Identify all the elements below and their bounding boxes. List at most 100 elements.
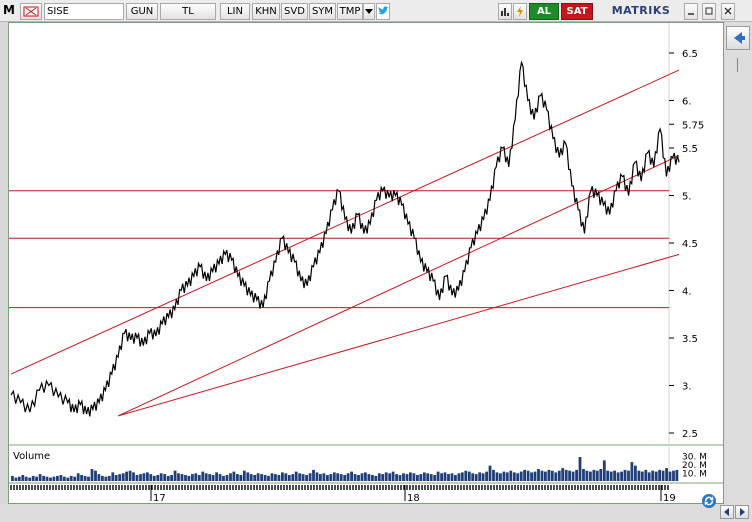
volume-bar (11, 475, 14, 481)
volume-bar (488, 465, 492, 481)
refresh-icon[interactable] (700, 492, 718, 510)
symbol-input[interactable]: SISE (44, 3, 124, 20)
sell-button[interactable]: SAT (561, 3, 593, 20)
volume-bar (159, 473, 163, 481)
y-tick-label: 4. (682, 287, 692, 298)
chart-settings-icon[interactable] (498, 3, 512, 20)
maximize-icon[interactable] (702, 3, 716, 20)
volume-bar (595, 470, 599, 481)
volume-bar (114, 475, 118, 481)
volume-bar (395, 474, 398, 481)
volume-bar (35, 476, 38, 481)
volume-bar (197, 475, 201, 481)
volume-label: Volume (13, 451, 50, 462)
volume-bar (405, 474, 409, 481)
volume-bar (374, 475, 378, 481)
scroll-left-icon[interactable] (720, 505, 734, 519)
volume-bar (38, 474, 42, 481)
volume-bar (66, 477, 70, 481)
currency-button[interactable]: TL (160, 3, 216, 20)
toolbar: M SISE GUN TL LIN KHN SVD SYM TMP AL SAT… (0, 0, 752, 22)
volume-bar (457, 473, 461, 481)
trendline-2 (117, 253, 680, 417)
volume-bar (267, 475, 270, 481)
period-button[interactable]: GUN (126, 3, 158, 20)
volume-bar (118, 474, 122, 481)
volume-bar (329, 474, 333, 481)
volume-bar (509, 470, 513, 481)
volume-bar (315, 472, 319, 481)
volume-bar (367, 474, 371, 481)
volume-bar (519, 471, 523, 481)
back-arrow-icon[interactable] (726, 26, 750, 50)
close-icon[interactable] (721, 3, 735, 20)
chart-area[interactable]: 6.5 6. 5.75 5.5 5. 4.5 4. 3.5 3. 2.5 Volume 30. M 20… (8, 22, 724, 504)
volume-bar (90, 469, 94, 481)
volume-bar (80, 475, 83, 481)
volume-bar (637, 470, 641, 481)
scroll-right-icon[interactable] (735, 505, 749, 519)
scale-button[interactable]: LIN (220, 3, 250, 20)
khn-button[interactable]: KHN (252, 3, 280, 20)
volume-bar (575, 469, 578, 481)
sym-button[interactable]: SYM (309, 3, 336, 20)
volume-bar (111, 472, 115, 481)
volume-bar (28, 477, 32, 481)
volume-bar (76, 473, 80, 481)
volume-bar (412, 473, 416, 481)
x-tick-label: 17 (153, 493, 166, 504)
volume-bar (665, 468, 668, 481)
volume-bar (613, 470, 616, 481)
twitter-icon[interactable] (376, 3, 390, 20)
volume-bar (21, 475, 25, 481)
x-tick-label: 19 (663, 493, 676, 504)
delete-icon[interactable] (20, 3, 42, 20)
volume-bar (481, 473, 485, 481)
svd-button[interactable]: SVD (281, 3, 308, 20)
volume-bar (142, 473, 146, 481)
volume-bar (218, 474, 222, 481)
volume-bar (450, 473, 454, 481)
volume-bar (177, 473, 180, 481)
volume-bar (381, 474, 385, 481)
volume-bar (651, 470, 655, 481)
tmp-button[interactable]: TMP (337, 3, 363, 20)
buy-button[interactable]: AL (529, 3, 559, 20)
volume-bar (554, 472, 558, 481)
y-tick-label: 4.5 (682, 239, 698, 250)
volume-bar (499, 473, 502, 481)
volume-bar (391, 471, 395, 481)
volume-bar (360, 473, 364, 481)
volume-bar (668, 471, 672, 481)
lightning-icon[interactable] (513, 3, 527, 20)
volume-bar (398, 475, 402, 481)
volume-bar (409, 472, 412, 481)
trendline-0 (10, 69, 680, 375)
volume-bar (42, 475, 45, 481)
volume-bar (260, 474, 263, 481)
volume-bar (281, 472, 284, 481)
volume-bar (125, 471, 128, 481)
volume-bar (229, 473, 232, 481)
volume-bar (571, 471, 575, 481)
volume-bar (253, 475, 257, 481)
volume-bar (474, 474, 478, 481)
volume-bar (298, 473, 302, 481)
volume-bar (416, 475, 419, 481)
volume-bar (454, 475, 457, 481)
volume-bar (222, 475, 225, 481)
volume-bar (447, 474, 450, 481)
volume-bar (464, 470, 468, 481)
price-chart[interactable]: 6.56.5.755.55.4.54.3.53.2.5Volume 30. M20… (9, 23, 724, 504)
minimize-icon[interactable] (684, 3, 698, 20)
y-tick-label: 3.5 (682, 334, 698, 345)
scroll-bar[interactable] (0, 494, 752, 522)
volume-bar (436, 471, 440, 481)
volume-bar (478, 472, 482, 481)
volume-bar (215, 472, 218, 481)
dropdown-arrow-icon[interactable] (363, 3, 375, 20)
volume-bar (336, 473, 340, 481)
volume-bar (94, 470, 97, 481)
volume-bar (485, 471, 488, 481)
volume-bar (675, 469, 679, 481)
